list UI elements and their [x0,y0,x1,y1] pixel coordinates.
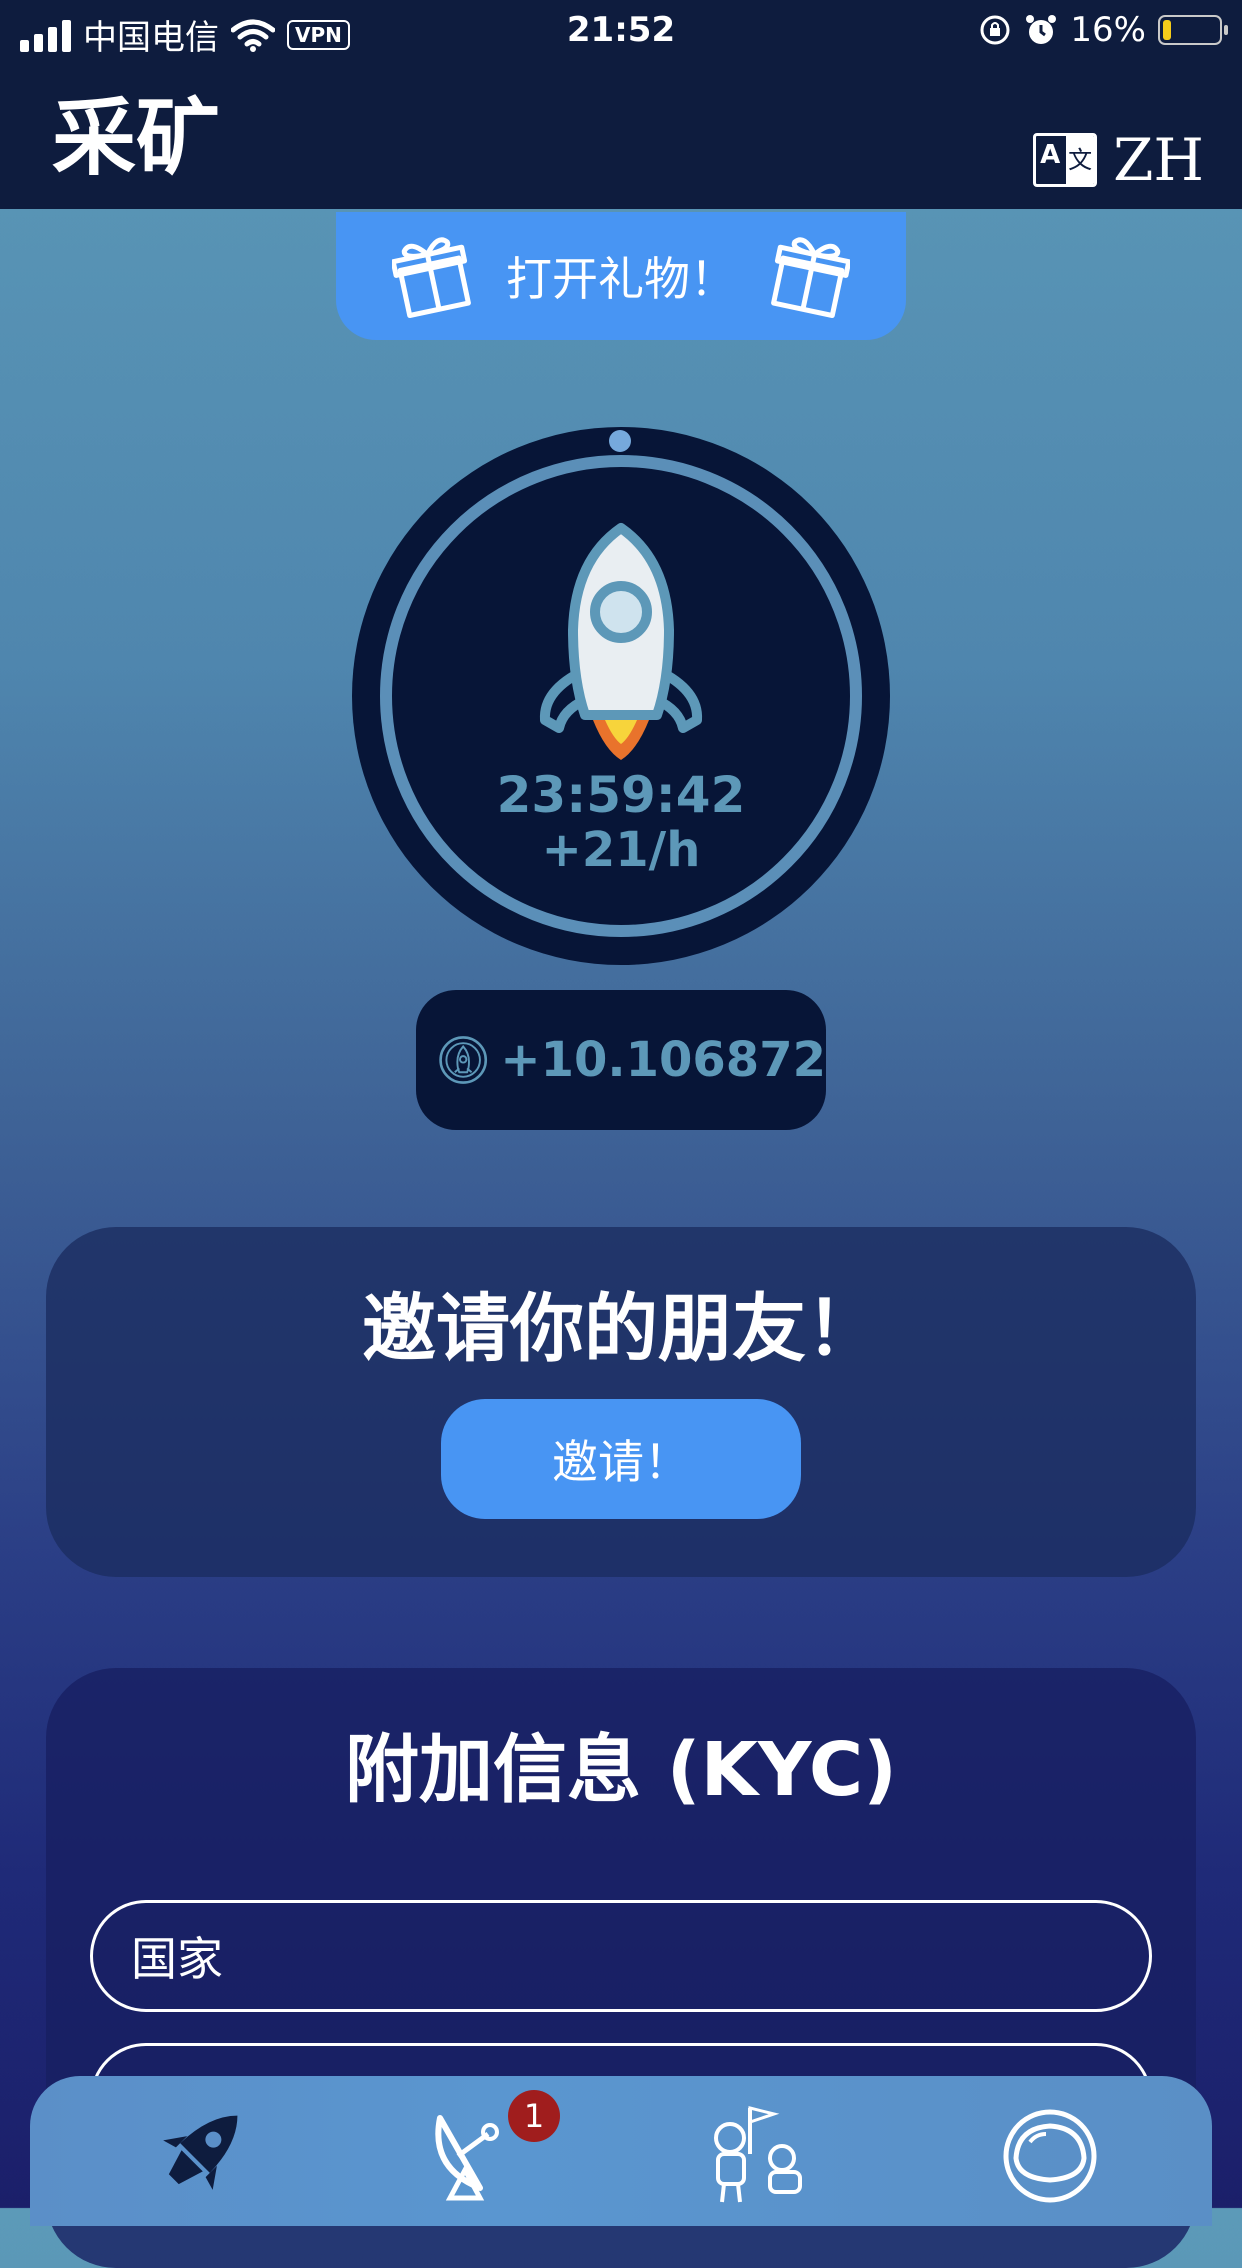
status-bar: 中国电信 VPN 21:52 16% [0,0,1242,62]
open-gift-button[interactable]: 打开礼物！ [336,212,906,340]
balance-value: +10.106872 [500,1032,826,1088]
mining-rate: +21/h [541,822,701,878]
mining-timer: 23:59:42 [496,766,746,824]
rocket-icon[interactable] [130,2098,260,2208]
bottom-nav [30,2076,1212,2226]
battery-percent: 16% [1070,10,1146,50]
balance-pill: +10.106872 [416,990,826,1130]
translate-icon: A文 [1033,133,1098,187]
notification-badge: 1 [508,2090,560,2142]
helmet-icon[interactable] [990,2098,1120,2208]
language-label: ZH [1113,126,1204,194]
coin-icon [439,1036,488,1084]
gift-icon [771,237,850,318]
top-bar: 中国电信 VPN 21:52 16% 采矿 A 文 ZH [0,0,1242,209]
invite-title: 邀请你的朋友！ [362,1286,880,1372]
progress-indicator-dot [609,430,631,452]
battery-icon [1158,15,1228,45]
page-title: 采矿 [52,89,221,187]
rotation-lock-icon [980,15,1010,45]
language-switch[interactable]: A文 ZH [1033,126,1204,194]
astronauts-icon[interactable] [690,2098,820,2208]
status-right: 16% [978,10,1228,50]
gift-label: 打开礼物！ [506,252,736,306]
alarm-icon [1026,15,1057,44]
rocket-icon [539,523,703,760]
kyc-title: 附加信息 (KYC) [344,1727,897,1813]
gift-icon [392,237,471,318]
invite-card: 邀请你的朋友！ 邀请！ [46,1227,1196,1577]
country-field[interactable]: 国家 [90,1900,1152,2012]
invite-button[interactable]: 邀请！ [441,1399,801,1519]
